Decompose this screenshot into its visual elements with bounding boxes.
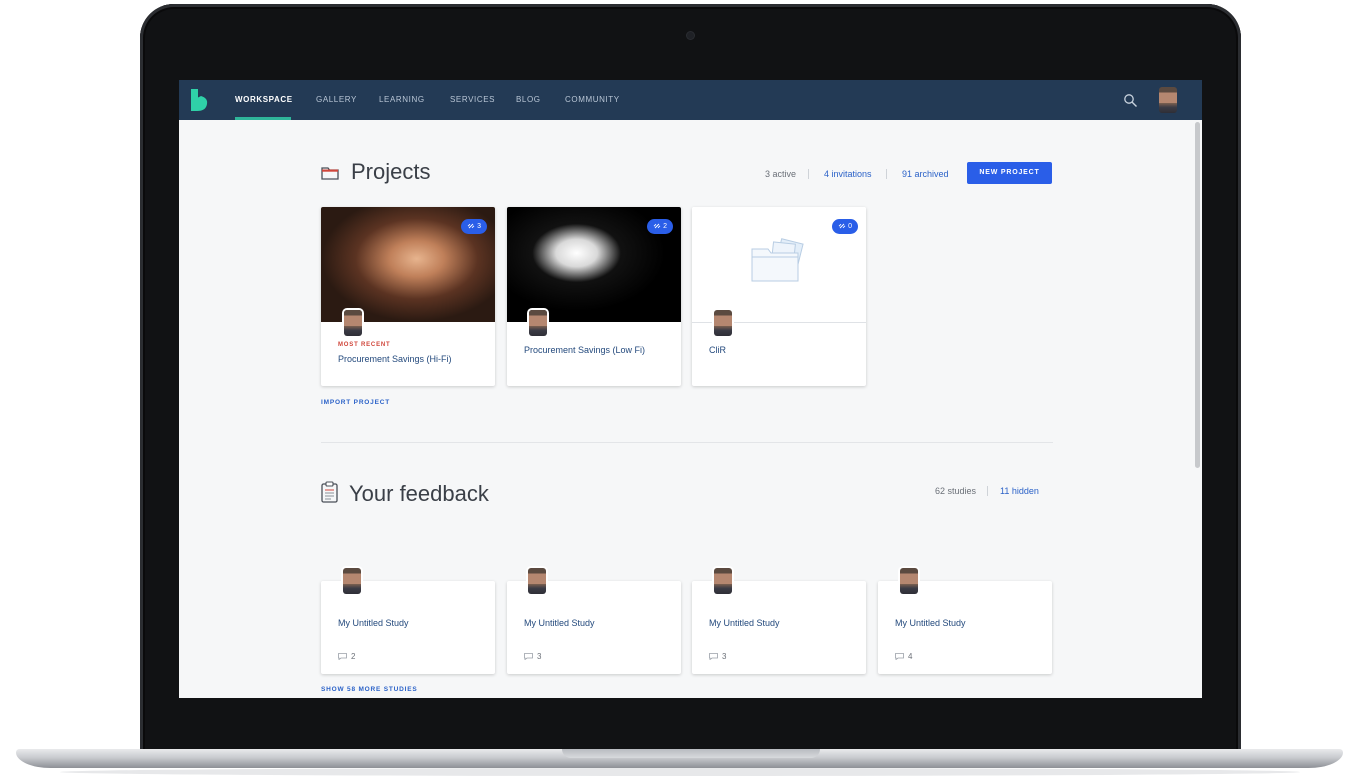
projects-title: Projects [351,159,431,184]
owner-avatar [714,310,732,336]
link-icon [467,223,475,228]
comment-icon [709,653,718,661]
comment-count: 3 [709,652,726,661]
owner-avatar [343,568,361,594]
clipboard-icon [321,481,338,503]
camera-dot [687,32,694,39]
comment-count: 3 [524,652,541,661]
stat-separator [886,169,887,179]
link-icon [838,223,846,228]
study-title[interactable]: My Untitled Study [895,618,966,628]
projects-active-count: 3 active [765,169,797,179]
hidden-studies-link[interactable]: 11 hidden [1000,486,1039,496]
workspace-content: Projects 3 active 4 invitations 91 archi… [179,120,1195,698]
brand-logo-icon[interactable] [189,88,209,112]
app-screen: WORKSPACE GALLERY LEARNING SERVICES BLOG… [179,80,1202,698]
project-title[interactable]: Procurement Savings (Low Fi) [524,345,645,355]
nav-item-gallery[interactable]: GALLERY [316,80,357,120]
studies-count: 62 studies [935,486,977,496]
study-title[interactable]: My Untitled Study [709,618,780,628]
link-icon [653,223,661,228]
comment-icon [895,653,904,661]
laptop-base-notch [562,749,820,758]
folder-icon [321,167,339,180]
owner-avatar [900,568,918,594]
laptop-shadow [60,768,1300,776]
comment-icon [524,653,533,661]
owner-avatar [529,310,547,336]
project-link-count-badge: 0 [832,219,858,234]
nav-item-learning[interactable]: LEARNING [379,80,425,120]
section-divider [321,442,1053,443]
stat-separator [808,169,809,179]
top-navbar: WORKSPACE GALLERY LEARNING SERVICES BLOG… [179,80,1202,120]
owner-avatar [344,310,362,336]
project-link-count-badge: 2 [647,219,673,234]
user-avatar[interactable] [1159,87,1177,113]
nav-item-services[interactable]: SERVICES [450,80,495,120]
feedback-title: Your feedback [349,481,489,506]
study-card[interactable]: My Untitled Study 4 [878,568,1052,674]
projects-archived-link[interactable]: 91 archived [902,169,949,179]
study-title[interactable]: My Untitled Study [524,618,595,628]
project-title[interactable]: Procurement Savings (Hi-Fi) [338,354,452,364]
page-scrollbar[interactable] [1195,122,1200,468]
new-project-button[interactable]: NEW PROJECT [967,162,1052,184]
comment-count: 4 [895,652,912,661]
search-icon[interactable] [1123,93,1138,108]
empty-folder-icon [751,238,804,282]
study-card[interactable]: My Untitled Study 3 [507,568,681,674]
projects-invitations-link[interactable]: 4 invitations [824,169,872,179]
comment-count: 2 [338,652,355,661]
nav-item-blog[interactable]: BLOG [516,80,541,120]
owner-avatar [528,568,546,594]
project-card[interactable]: 2 Procurement Savings (Low Fi) [507,207,681,386]
nav-item-community[interactable]: COMMUNITY [565,80,620,120]
screen-bezel-bottom [179,698,1202,728]
nav-item-workspace[interactable]: WORKSPACE [235,80,293,120]
project-card[interactable]: 3 MOST RECENT Procurement Savings (Hi-Fi… [321,207,495,386]
comment-icon [338,653,347,661]
study-card[interactable]: My Untitled Study 2 [321,568,495,674]
stat-separator [987,486,988,496]
most-recent-label: MOST RECENT [338,342,391,348]
study-title[interactable]: My Untitled Study [338,618,409,628]
show-more-studies-link[interactable]: SHOW 58 MORE STUDIES [321,686,418,693]
owner-avatar [714,568,732,594]
import-project-link[interactable]: IMPORT PROJECT [321,399,390,406]
study-card[interactable]: My Untitled Study 3 [692,568,866,674]
project-title[interactable]: CliR [709,345,726,355]
project-card[interactable]: 0 CliR [692,207,866,386]
project-link-count-badge: 3 [461,219,487,234]
